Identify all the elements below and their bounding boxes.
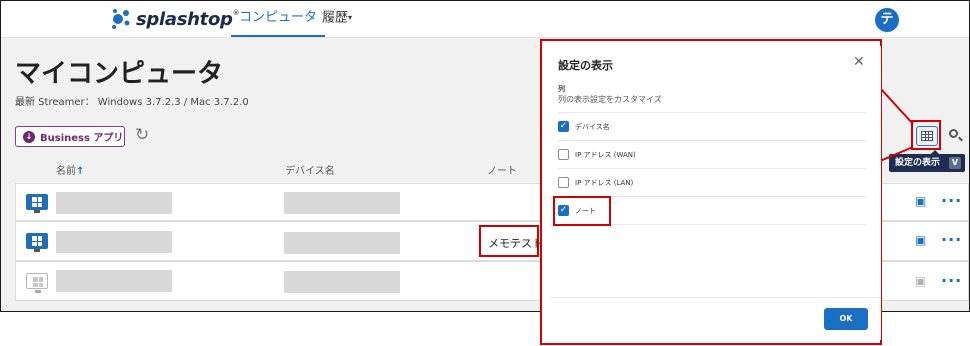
dialog-title: 設定の表示 bbox=[558, 59, 613, 72]
checkbox-unchecked[interactable] bbox=[558, 177, 569, 188]
option-device-name[interactable]: ✓ デバイス名 bbox=[558, 113, 866, 141]
view-settings-dialog: 設定の表示 ✕ 列 列の表示設定をカスタマイズ ✓ デバイス名 IP アドレス … bbox=[551, 46, 881, 340]
option-label: デバイス名 bbox=[575, 123, 610, 131]
dialog-section-label: 列 bbox=[558, 85, 565, 93]
checkbox-checked[interactable]: ✓ bbox=[558, 121, 569, 132]
option-label: IP アドレス (WAN) bbox=[575, 151, 636, 159]
close-icon[interactable]: ✕ bbox=[853, 54, 865, 70]
view-settings-highlight-box bbox=[911, 120, 941, 150]
option-ip-wan[interactable]: IP アドレス (WAN) bbox=[558, 141, 866, 169]
checkbox-unchecked[interactable] bbox=[558, 149, 569, 160]
option-ip-lan[interactable]: IP アドレス (LAN) bbox=[558, 169, 866, 197]
note-option-highlight-box bbox=[553, 196, 611, 226]
dialog-subtitle: 列の表示設定をカスタマイズ bbox=[558, 95, 662, 104]
ok-button[interactable]: OK bbox=[824, 308, 868, 330]
dialog-footer-divider bbox=[551, 297, 881, 298]
option-label: IP アドレス (LAN) bbox=[575, 179, 634, 187]
